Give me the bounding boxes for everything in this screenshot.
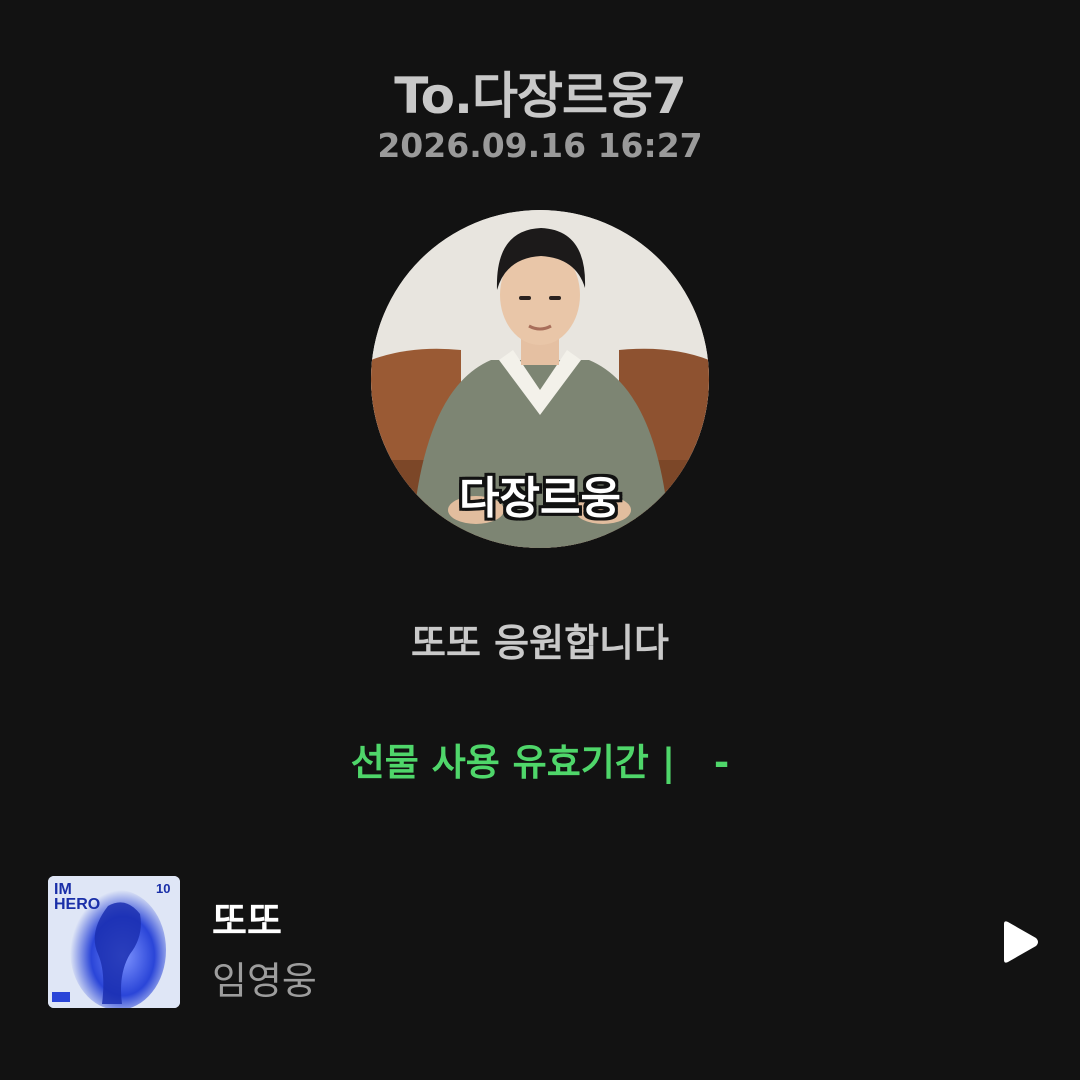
track-title: 또또 <box>212 899 282 943</box>
svg-text:HERO: HERO <box>54 896 100 913</box>
gift-recipient: To.다장르웅7 <box>394 67 687 125</box>
play-icon <box>1004 921 1038 963</box>
gift-datetime: 2026.09.16 16:27 <box>377 126 703 165</box>
gift-validity-period: 선물 사용 유효기간 | - <box>350 741 730 784</box>
avatar: 다장르웅 <box>371 210 709 548</box>
album-cover-image: IM HERO 10 <box>48 876 180 1008</box>
track-artist: 임영웅 <box>212 959 317 1003</box>
gift-message: 또또 응원합니다 <box>411 621 669 665</box>
album-art: IM HERO 10 <box>48 876 180 1008</box>
svg-text:10: 10 <box>156 881 170 896</box>
track-row[interactable]: IM HERO 10 또또 임영웅 <box>48 876 1048 1008</box>
play-button[interactable] <box>1000 920 1040 964</box>
avatar-caption: 다장르웅 <box>459 473 621 524</box>
